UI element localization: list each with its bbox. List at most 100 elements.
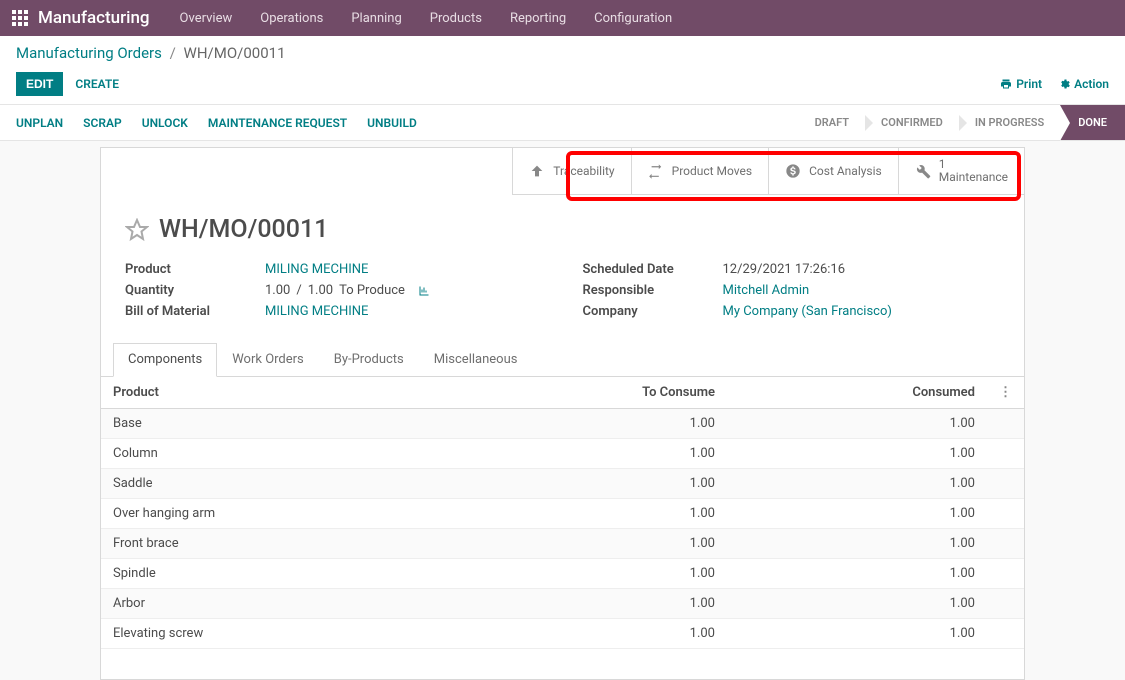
table-row[interactable]: Base1.001.00 (101, 409, 1024, 439)
stat-maintenance-label: Maintenance (939, 170, 1008, 184)
apps-icon[interactable] (12, 10, 28, 26)
cell-consumed: 1.00 (727, 499, 987, 529)
nav-overview[interactable]: Overview (180, 11, 233, 26)
tab-work-orders[interactable]: Work Orders (217, 343, 319, 376)
action-button[interactable]: Action (1058, 77, 1109, 91)
cell-to-consume: 1.00 (507, 499, 727, 529)
table-row[interactable]: Spindle1.001.00 (101, 559, 1024, 589)
value-qty-suffix: To Produce (339, 283, 405, 298)
action-maintenance-request[interactable]: MAINTENANCE REQUEST (208, 116, 347, 130)
cell-to-consume: 1.00 (507, 439, 727, 469)
breadcrumb-separator: / (170, 44, 176, 62)
label-quantity: Quantity (125, 283, 265, 298)
tab-miscellaneous[interactable]: Miscellaneous (419, 343, 533, 376)
app-brand[interactable]: Manufacturing (38, 8, 150, 28)
cell-product: Elevating screw (101, 619, 507, 649)
tab-components[interactable]: Components (113, 343, 217, 377)
cell-to-consume: 1.00 (507, 469, 727, 499)
table-row[interactable]: Saddle1.001.00 (101, 469, 1024, 499)
cell-product: Arbor (101, 589, 507, 619)
stat-traceability-label: Traceability (553, 164, 614, 178)
stage-in-progress[interactable]: IN PROGRESS (959, 105, 1060, 140)
action-scrap[interactable]: SCRAP (83, 116, 122, 130)
cell-consumed: 1.00 (727, 619, 987, 649)
tab-bar: Components Work Orders By-Products Misce… (101, 343, 1024, 377)
nav-configuration[interactable]: Configuration (594, 11, 672, 26)
nav-operations[interactable]: Operations (260, 11, 323, 26)
value-qty-done: 1.00 (265, 283, 290, 298)
stat-maintenance[interactable]: 1 Maintenance (898, 148, 1024, 195)
cell-product: Saddle (101, 469, 507, 499)
cell-options (987, 499, 1024, 529)
stat-cost-analysis-label: Cost Analysis (809, 164, 882, 178)
forecast-chart-icon[interactable] (417, 285, 431, 297)
label-responsible: Responsible (583, 283, 723, 298)
value-qty-sep: / (296, 283, 301, 298)
value-company[interactable]: My Company (San Francisco) (723, 304, 892, 319)
breadcrumb-root[interactable]: Manufacturing Orders (16, 44, 162, 62)
col-to-consume[interactable]: To Consume (507, 377, 727, 409)
cell-options (987, 559, 1024, 589)
value-responsible[interactable]: Mitchell Admin (723, 283, 810, 298)
cell-options (987, 439, 1024, 469)
print-button[interactable]: Print (1000, 77, 1042, 91)
table-row[interactable]: Column1.001.00 (101, 439, 1024, 469)
components-table: Product To Consume Consumed ⋮ Base1.001.… (101, 377, 1024, 649)
table-row[interactable]: Elevating screw1.001.00 (101, 619, 1024, 649)
label-scheduled: Scheduled Date (583, 262, 723, 277)
value-qty-planned: 1.00 (308, 283, 333, 298)
value-bom[interactable]: MILING MECHINE (265, 304, 368, 319)
cell-to-consume: 1.00 (507, 529, 727, 559)
cell-consumed: 1.00 (727, 559, 987, 589)
label-bom: Bill of Material (125, 304, 265, 319)
status-bar: UNPLAN SCRAP UNLOCK MAINTENANCE REQUEST … (0, 105, 1125, 141)
tab-by-products[interactable]: By-Products (319, 343, 419, 376)
print-label: Print (1016, 77, 1042, 91)
stat-traceability[interactable]: Traceability (512, 148, 630, 195)
dollar-icon (785, 163, 801, 179)
stat-button-row: Traceability Product Moves Cost Analysis… (101, 148, 1024, 195)
action-unbuild[interactable]: UNBUILD (367, 116, 417, 130)
col-options-icon[interactable]: ⋮ (987, 377, 1024, 409)
stage-draft[interactable]: DRAFT (799, 105, 865, 140)
edit-button[interactable]: EDIT (16, 72, 63, 96)
cell-product: Over hanging arm (101, 499, 507, 529)
stat-maintenance-count: 1 (939, 158, 1008, 170)
value-product[interactable]: MILING MECHINE (265, 262, 368, 277)
action-unplan[interactable]: UNPLAN (16, 116, 63, 130)
table-row[interactable]: Over hanging arm1.001.00 (101, 499, 1024, 529)
cell-options (987, 589, 1024, 619)
cell-product: Column (101, 439, 507, 469)
create-button[interactable]: CREATE (75, 77, 119, 91)
breadcrumb: Manufacturing Orders / WH/MO/00011 (16, 44, 1109, 62)
nav-reporting[interactable]: Reporting (510, 11, 566, 26)
stat-cost-analysis[interactable]: Cost Analysis (768, 148, 898, 195)
nav-planning[interactable]: Planning (351, 11, 401, 26)
cell-to-consume: 1.00 (507, 619, 727, 649)
cell-to-consume: 1.00 (507, 589, 727, 619)
breadcrumb-current: WH/MO/00011 (184, 44, 286, 62)
form-sheet: Traceability Product Moves Cost Analysis… (100, 147, 1025, 680)
record-title: WH/MO/00011 (159, 215, 328, 244)
stage-confirmed[interactable]: CONFIRMED (865, 105, 959, 140)
value-scheduled: 12/29/2021 17:26:16 (723, 262, 846, 277)
swap-icon (648, 163, 664, 179)
stat-product-moves-label: Product Moves (672, 164, 752, 178)
stat-product-moves[interactable]: Product Moves (631, 148, 768, 195)
col-consumed[interactable]: Consumed (727, 377, 987, 409)
table-row[interactable]: Arbor1.001.00 (101, 589, 1024, 619)
star-icon[interactable] (125, 218, 149, 242)
cell-consumed: 1.00 (727, 589, 987, 619)
cell-consumed: 1.00 (727, 409, 987, 439)
table-row[interactable]: Front brace1.001.00 (101, 529, 1024, 559)
stage-done[interactable]: DONE (1060, 105, 1125, 140)
label-company: Company (583, 304, 723, 319)
action-unlock[interactable]: UNLOCK (142, 116, 188, 130)
col-product[interactable]: Product (101, 377, 507, 409)
nav-products[interactable]: Products (430, 11, 482, 26)
cell-product: Base (101, 409, 507, 439)
cell-consumed: 1.00 (727, 469, 987, 499)
print-icon (1000, 78, 1012, 90)
wrench-icon (915, 163, 931, 179)
cell-consumed: 1.00 (727, 439, 987, 469)
